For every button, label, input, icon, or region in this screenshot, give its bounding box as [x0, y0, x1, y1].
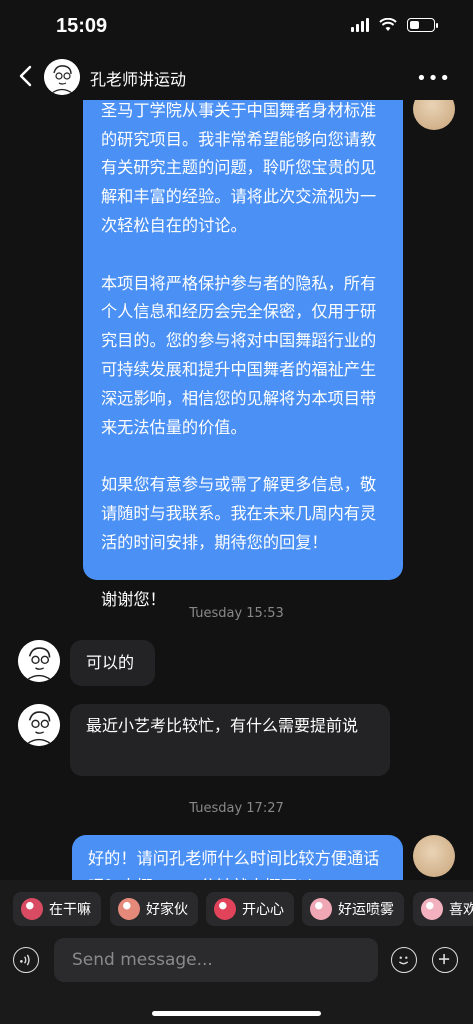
my-avatar[interactable] — [413, 835, 455, 877]
outgoing-message[interactable]: 好的！请问孔老师什么时间比较方便通话呢？大概30-45分钟就大概可以 — [72, 835, 403, 880]
sticker-label: 喜欢 — [449, 902, 473, 918]
incoming-message[interactable]: 最近小艺考比较忙，有什么需要提前说 — [70, 704, 390, 776]
sticker-chip[interactable]: 开心心 — [206, 892, 294, 926]
sticker-label: 好家伙 — [146, 902, 188, 918]
timestamp-separator: Tuesday 15:53 — [189, 606, 284, 621]
battery-icon — [407, 18, 438, 32]
voice-icon[interactable] — [13, 947, 39, 973]
incoming-message[interactable]: 可以的 — [70, 640, 155, 686]
home-indicator — [152, 1011, 321, 1016]
timestamp-separator: Tuesday 17:27 — [189, 801, 284, 816]
status-icons — [351, 18, 438, 32]
more-horizontal-icon[interactable]: ••• — [416, 68, 451, 89]
outgoing-message-long[interactable]: 孔老师您好，我目前正在伦敦艺术大学圣马丁学院从事关于中国舞者身材标准的研究项目。… — [83, 100, 403, 609]
wifi-icon — [379, 18, 397, 31]
cellular-signal-icon — [351, 18, 369, 32]
sticker-label: 在干嘛 — [49, 902, 91, 918]
sticker-face-icon — [21, 898, 43, 920]
emoji-icon[interactable] — [391, 947, 417, 973]
message-input[interactable] — [54, 938, 378, 982]
sticker-chip[interactable]: 在干嘛 — [13, 892, 101, 926]
status-bar: 15:09 — [0, 0, 473, 54]
sticker-face-icon — [118, 898, 140, 920]
composer — [0, 938, 473, 990]
sticker-label: 好运喷雾 — [338, 902, 394, 918]
contact-avatar[interactable] — [18, 704, 60, 746]
sticker-chip[interactable]: 好运喷雾 — [302, 892, 404, 926]
message-paragraph: 本项目将严格保护参与者的隐私，所有个人信息和经历会完全保密，仅用于研究目的。您的… — [101, 273, 377, 437]
message-paragraph: 如果您有意参与或需了解更多信息，敬请随时与我联系。我在未来几周内有灵活的时间安排… — [101, 475, 377, 552]
sticker-bar: 在干嘛 好家伙 开心心 好运喷雾 喜欢 — [0, 880, 473, 938]
sticker-label: 开心心 — [242, 902, 284, 918]
message-paragraph: 孔老师您好，我目前正在伦敦艺术大学圣马丁学院从事关于中国舞者身材标准的研究项目。… — [101, 100, 377, 235]
my-avatar[interactable] — [413, 100, 455, 130]
battery-level — [410, 21, 419, 29]
status-time: 15:09 — [56, 15, 108, 37]
sticker-face-icon — [310, 898, 332, 920]
chat-header: 孔老师讲运动 ••• — [0, 54, 473, 100]
chevron-left-icon[interactable] — [16, 64, 38, 88]
contact-avatar[interactable] — [44, 59, 80, 95]
message-list[interactable]: 孔老师您好，我目前正在伦敦艺术大学圣马丁学院从事关于中国舞者身材标准的研究项目。… — [0, 100, 473, 880]
contact-avatar[interactable] — [18, 640, 60, 682]
sticker-face-icon — [421, 898, 443, 920]
sticker-chip[interactable]: 好家伙 — [110, 892, 198, 926]
sticker-chip[interactable]: 喜欢 — [413, 892, 473, 926]
sticker-face-icon — [214, 898, 236, 920]
bottom-area — [0, 990, 473, 1024]
chat-title[interactable]: 孔老师讲运动 — [90, 66, 186, 90]
plus-icon[interactable] — [432, 947, 458, 973]
